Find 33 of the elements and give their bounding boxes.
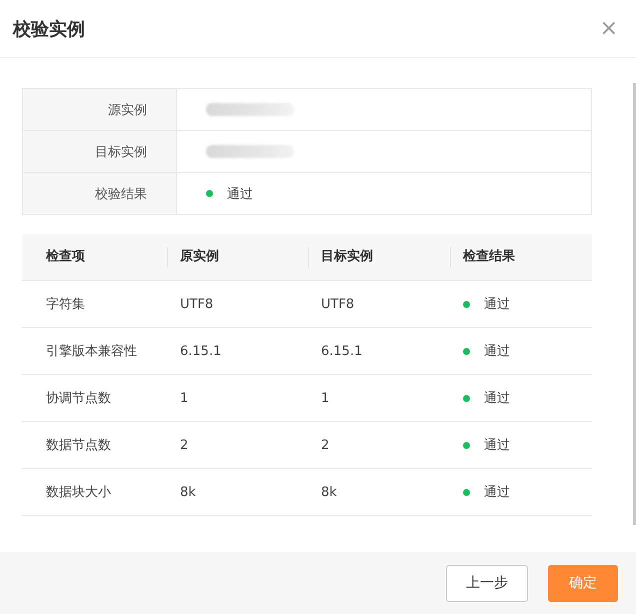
table-cell-text: 数据块大小	[45, 484, 112, 501]
column-header: 检查结果	[450, 247, 592, 267]
table-cell-text: 8k	[320, 484, 338, 500]
status-text: 通过	[484, 390, 510, 407]
table-cell-text: 协调节点数	[45, 390, 112, 407]
field-label: 校验结果	[95, 186, 147, 202]
table-cell-text: 2	[179, 438, 190, 452]
table-cell-text: 引擎版本兼容性	[45, 343, 138, 360]
table-cell-text: UTF8	[179, 296, 214, 312]
table-cell-text: 1	[320, 390, 330, 406]
table-cell-text: 1	[179, 390, 190, 406]
table-cell-text: 数据节点数	[45, 437, 112, 454]
scrollbar[interactable]	[633, 83, 636, 525]
status-text: 通过	[484, 484, 510, 501]
status-text: 通过	[227, 186, 253, 202]
back-button[interactable]: 上一步	[446, 564, 528, 602]
confirm-button[interactable]: 确定	[548, 564, 618, 602]
status-text: 通过	[484, 343, 510, 360]
column-header: 原实例	[167, 247, 308, 267]
table-cell-text: 6.15.1	[179, 344, 222, 358]
status-text: 通过	[484, 296, 510, 313]
close-button[interactable]: ×	[596, 16, 622, 41]
dialog-title: 校验实例	[13, 18, 85, 40]
table-cell-text: 2	[320, 438, 330, 452]
field-label: 源实例	[108, 102, 147, 118]
column-header: 目标实例	[308, 247, 450, 267]
column-header: 检查项	[44, 248, 86, 266]
table-cell-text: UTF8	[320, 296, 356, 312]
table-cell-text: 6.15.1	[320, 344, 364, 358]
table-cell-text: 字符集	[45, 296, 86, 313]
status-text: 通过	[484, 437, 510, 454]
table-cell-text: 8k	[179, 484, 197, 500]
field-label: 目标实例	[95, 144, 147, 160]
